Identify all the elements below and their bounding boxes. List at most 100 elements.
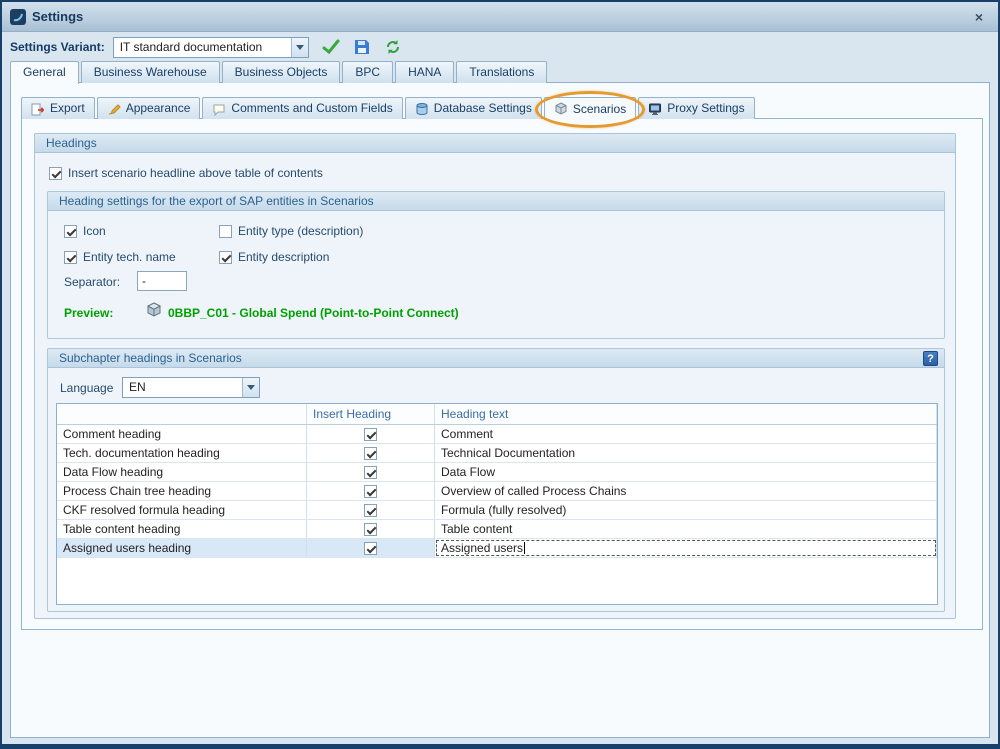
tab-proxy-settings[interactable]: Proxy Settings [638, 97, 754, 119]
row-insert-checkbox[interactable] [364, 542, 377, 555]
row-insert-cell[interactable] [307, 539, 435, 557]
row-insert-checkbox[interactable] [364, 447, 377, 460]
row-insert-cell[interactable] [307, 482, 435, 500]
row-insert-checkbox[interactable] [364, 504, 377, 517]
table-row[interactable]: Assigned users heading Assigned users [57, 539, 937, 558]
entity-description-option[interactable]: Entity description [219, 250, 329, 264]
tab-translations[interactable]: Translations [456, 61, 547, 83]
tab-database-settings[interactable]: Database Settings [405, 97, 542, 119]
tab-comments-label: Comments and Custom Fields [231, 98, 392, 119]
insert-headline-option[interactable]: Insert scenario headline above table of … [49, 166, 323, 180]
row-name-cell[interactable]: Table content heading [57, 520, 307, 538]
preview-text: 0BBP_C01 - Global Spend (Point-to-Point … [168, 306, 459, 320]
table-row[interactable]: Process Chain tree heading Overview of c… [57, 482, 937, 501]
general-tab-page: Export Appearance Comments and Custom Fi… [10, 82, 990, 738]
language-label: Language [60, 381, 113, 395]
separator-input[interactable] [137, 271, 187, 291]
refresh-button[interactable] [384, 38, 402, 56]
sub-tab-strip: Export Appearance Comments and Custom Fi… [21, 97, 757, 120]
header-blank [57, 404, 307, 424]
tab-appearance-label: Appearance [126, 98, 191, 119]
icon-checkbox[interactable] [64, 225, 77, 238]
save-button[interactable] [353, 38, 371, 56]
tab-bpc[interactable]: BPC [342, 61, 393, 83]
infocube-icon [146, 302, 162, 321]
title-bar: Settings × [2, 2, 998, 32]
entity-tech-name-option[interactable]: Entity tech. name [64, 250, 176, 264]
database-icon [415, 102, 429, 116]
row-insert-checkbox[interactable] [364, 466, 377, 479]
window-title: Settings [32, 9, 83, 24]
app-logo-icon [10, 9, 26, 25]
entity-type-option[interactable]: Entity type (description) [219, 224, 363, 238]
confirm-button[interactable] [322, 38, 340, 56]
headings-table-header: Insert Heading Heading text [57, 404, 937, 425]
tab-comments-custom-fields[interactable]: Comments and Custom Fields [202, 97, 402, 119]
row-text-cell[interactable]: Assigned users [435, 539, 937, 557]
tab-business-objects[interactable]: Business Objects [222, 61, 341, 83]
entity-type-label: Entity type (description) [238, 224, 363, 238]
row-insert-checkbox[interactable] [364, 523, 377, 536]
row-insert-cell[interactable] [307, 501, 435, 519]
text-cursor [524, 542, 525, 554]
tab-database-label: Database Settings [434, 98, 532, 119]
chevron-down-icon [247, 385, 255, 390]
row-insert-cell[interactable] [307, 444, 435, 462]
tab-hana[interactable]: HANA [395, 61, 454, 83]
table-body: Comment heading Comment Tech. documentat… [57, 425, 937, 604]
table-row[interactable]: Table content heading Table content [57, 520, 937, 539]
tab-export-label: Export [50, 98, 85, 119]
header-heading-text: Heading text [435, 404, 937, 424]
variant-dropdown[interactable]: IT standard documentation [113, 37, 309, 58]
table-row[interactable]: CKF resolved formula heading Formula (fu… [57, 501, 937, 520]
icon-option[interactable]: Icon [64, 224, 106, 238]
table-row[interactable]: Tech. documentation heading Technical Do… [57, 444, 937, 463]
tab-scenarios-label: Scenarios [573, 99, 626, 120]
preview-label: Preview: [64, 306, 113, 320]
language-dropdown[interactable]: EN [122, 377, 260, 398]
variant-label: Settings Variant: [10, 40, 105, 54]
variant-dropdown-button[interactable] [291, 38, 308, 57]
language-value: EN [123, 378, 242, 397]
row-text-cell[interactable]: Comment [435, 425, 937, 443]
tab-appearance[interactable]: Appearance [97, 97, 201, 119]
table-row[interactable]: Data Flow heading Data Flow [57, 463, 937, 482]
row-text-cell[interactable]: Overview of called Process Chains [435, 482, 937, 500]
close-icon[interactable]: × [970, 8, 988, 26]
table-row[interactable]: Comment heading Comment [57, 425, 937, 444]
row-name-cell[interactable]: Comment heading [57, 425, 307, 443]
help-button[interactable]: ? [923, 351, 938, 366]
comment-bubble-icon [212, 102, 226, 116]
row-insert-checkbox[interactable] [364, 485, 377, 498]
row-name-cell[interactable]: Data Flow heading [57, 463, 307, 481]
row-insert-cell[interactable] [307, 463, 435, 481]
tab-proxy-label: Proxy Settings [667, 98, 744, 119]
row-insert-cell[interactable] [307, 425, 435, 443]
main-tab-strip: General Business Warehouse Business Obje… [10, 61, 549, 84]
entity-tech-name-checkbox[interactable] [64, 251, 77, 264]
row-text-cell[interactable]: Table content [435, 520, 937, 538]
entity-description-checkbox[interactable] [219, 251, 232, 264]
heading-settings-group: Heading settings for the export of SAP e… [47, 191, 945, 339]
row-name-cell[interactable]: Process Chain tree heading [57, 482, 307, 500]
tab-general[interactable]: General [10, 61, 79, 84]
scenarios-icon [554, 102, 568, 116]
row-text-cell[interactable]: Data Flow [435, 463, 937, 481]
monitor-icon [648, 102, 662, 116]
insert-headline-checkbox[interactable] [49, 167, 62, 180]
insert-headline-label: Insert scenario headline above table of … [68, 166, 323, 180]
row-name-cell[interactable]: CKF resolved formula heading [57, 501, 307, 519]
row-insert-cell[interactable] [307, 520, 435, 538]
row-name-cell[interactable]: Assigned users heading [57, 539, 307, 557]
language-dropdown-button[interactable] [242, 378, 259, 397]
row-text-cell[interactable]: Formula (fully resolved) [435, 501, 937, 519]
tab-business-warehouse[interactable]: Business Warehouse [81, 61, 220, 83]
paintbrush-icon [107, 102, 121, 116]
entity-type-checkbox[interactable] [219, 225, 232, 238]
row-text-cell[interactable]: Technical Documentation [435, 444, 937, 462]
row-name-cell[interactable]: Tech. documentation heading [57, 444, 307, 462]
tab-scenarios[interactable]: Scenarios [544, 97, 636, 120]
row-insert-checkbox[interactable] [364, 428, 377, 441]
tab-export[interactable]: Export [21, 97, 95, 119]
variant-value: IT standard documentation [114, 38, 291, 57]
